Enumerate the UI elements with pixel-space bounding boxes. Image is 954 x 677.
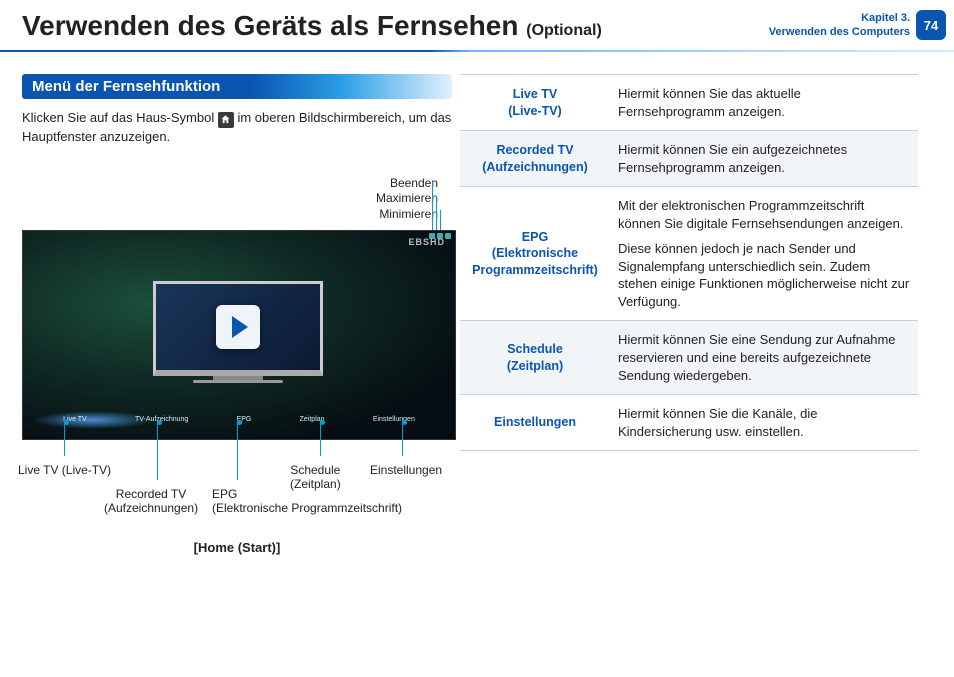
- header-underline: [0, 50, 954, 52]
- page-title: Verwenden des Geräts als Fernsehen (Opti…: [22, 10, 602, 42]
- page-number-badge: 74: [916, 10, 946, 40]
- table-row: Einstellungen Hiermit können Sie die Kan…: [460, 395, 918, 451]
- tv-app-screenshot: EBSHD Live TV TV-Aufzeichnung EPG Zeitpl…: [22, 230, 456, 440]
- title-optional: (Optional): [526, 22, 602, 39]
- callout-live: Live TV (Live-TV): [18, 464, 111, 478]
- window-control-callouts: Beenden Maximieren Minimieren: [22, 176, 438, 223]
- leader-line: [436, 196, 437, 232]
- leader-line: [432, 182, 433, 232]
- intro-part1: Klicken Sie auf das Haus-Symbol: [22, 110, 218, 125]
- row-label: Schedule (Zeitplan): [460, 321, 610, 395]
- leader-line: [440, 210, 441, 232]
- screenshot-caption: [Home (Start)]: [22, 540, 452, 555]
- callout-close: Beenden: [22, 176, 438, 192]
- table-row: Live TV (Live-TV) Hiermit können Sie das…: [460, 75, 918, 131]
- row-label: Recorded TV (Aufzeichnungen): [460, 131, 610, 187]
- callout-epg: EPG (Elektronische Programmzeitschrift): [212, 488, 442, 516]
- table-row: Schedule (Zeitplan) Hiermit können Sie e…: [460, 321, 918, 395]
- home-icon: [218, 112, 234, 128]
- table-row: EPG (Elektronische Programmzeitschrift) …: [460, 187, 918, 321]
- chapter-box: Kapitel 3. Verwenden des Computers 74: [769, 10, 954, 40]
- play-button[interactable]: [216, 305, 260, 349]
- row-label: EPG (Elektronische Programmzeitschrift): [460, 187, 610, 321]
- chapter-line2: Verwenden des Computers: [769, 25, 910, 39]
- callout-minimize: Minimieren: [22, 207, 438, 223]
- menu-settings[interactable]: Einstellungen: [373, 416, 415, 423]
- row-label: Live TV (Live-TV): [460, 75, 610, 131]
- row-description: Hiermit können Sie eine Sendung zur Aufn…: [610, 321, 918, 395]
- title-main: Verwenden des Geräts als Fernsehen: [22, 10, 518, 41]
- tv-monitor-graphic: [153, 281, 323, 383]
- callout-settings: Einstellungen: [370, 464, 442, 478]
- section-title: Menü der Fernsehfunktion: [22, 74, 452, 99]
- row-description: Hiermit können Sie das aktuelle Fernsehp…: [610, 75, 918, 131]
- close-icon[interactable]: [445, 233, 451, 239]
- chapter-line1: Kapitel 3.: [769, 11, 910, 25]
- row-description: Mit der elektronischen Programmzeitschri…: [610, 187, 918, 321]
- row-label: Einstellungen: [460, 395, 610, 451]
- table-row: Recorded TV (Aufzeichnungen) Hiermit kön…: [460, 131, 918, 187]
- function-table: Live TV (Live-TV) Hiermit können Sie das…: [460, 74, 918, 451]
- callout-maximize: Maximieren: [22, 191, 438, 207]
- row-description: Hiermit können Sie ein aufgezeichnetes F…: [610, 131, 918, 187]
- row-description: Hiermit können Sie die Kanäle, die Kinde…: [610, 395, 918, 451]
- callout-schedule: Schedule (Zeitplan): [290, 464, 341, 492]
- play-icon: [232, 316, 248, 338]
- callout-recorded: Recorded TV (Aufzeichnungen): [104, 488, 198, 516]
- channel-logo: EBSHD: [408, 237, 445, 247]
- menu-callouts: Live TV (Live-TV) Recorded TV (Aufzeichn…: [22, 446, 452, 536]
- intro-text: Klicken Sie auf das Haus-Symbol im obere…: [22, 109, 452, 146]
